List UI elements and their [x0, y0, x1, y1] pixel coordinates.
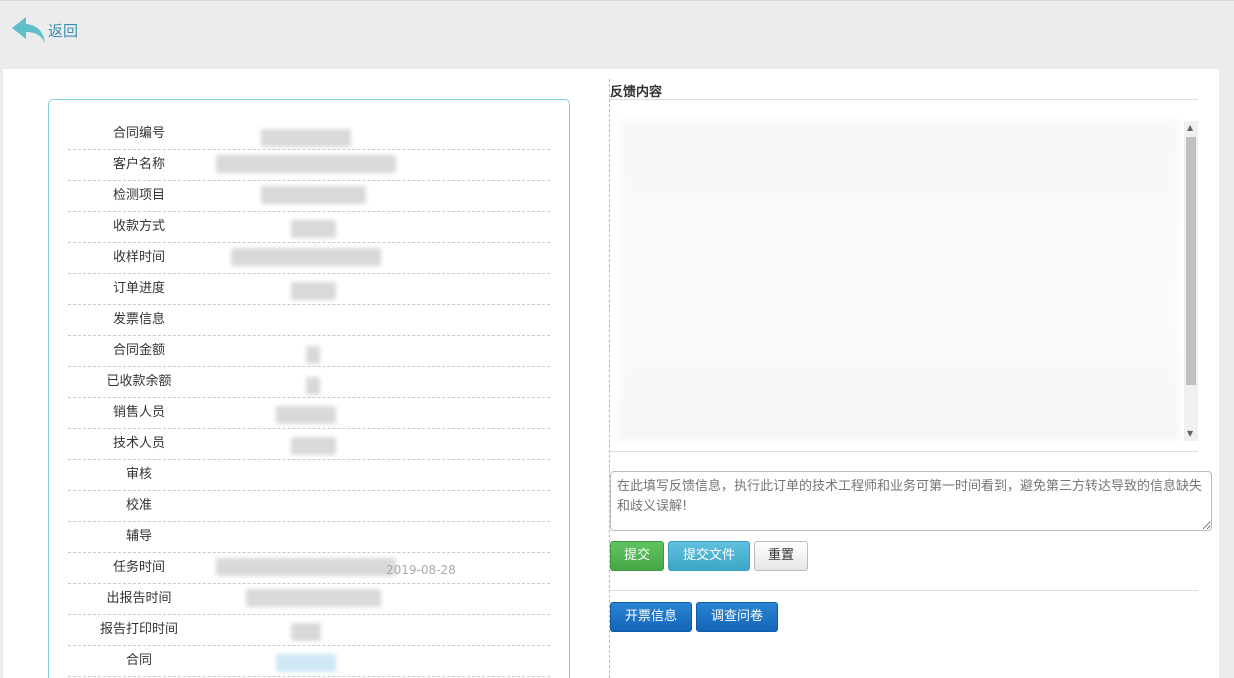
- info-row-label: 客户名称: [112, 157, 165, 172]
- info-row-value-redacted: [291, 220, 336, 238]
- info-row-label: 销售人员: [112, 405, 165, 420]
- feedback-title: 反馈内容: [610, 85, 663, 100]
- info-row: 校准: [68, 491, 550, 522]
- info-row: 发票信息: [68, 305, 550, 336]
- info-row: 辅导: [68, 522, 550, 553]
- info-row: 检测项目: [68, 181, 550, 212]
- invoice-info-button[interactable]: 开票信息: [610, 602, 692, 632]
- info-row-value-redacted: [261, 129, 351, 147]
- feedback-input[interactable]: [610, 471, 1212, 531]
- info-row-label: 报告打印时间: [99, 622, 178, 637]
- info-row-label: 收样时间: [112, 250, 165, 265]
- info-row: 合同编号: [68, 119, 550, 150]
- info-row-value-redacted: [306, 377, 320, 395]
- info-row-label: 发票信息: [112, 312, 165, 327]
- info-row: 报告打印时间: [68, 615, 550, 646]
- action-divider: [610, 590, 1198, 591]
- info-row-label: 技术人员: [112, 436, 165, 451]
- info-row: 销售人员: [68, 398, 550, 429]
- info-row: 客户名称: [68, 150, 550, 181]
- scroll-up-arrow-icon[interactable]: ▲: [1187, 123, 1193, 133]
- info-row: 订单进度: [68, 274, 550, 305]
- info-row: 收样时间: [68, 243, 550, 274]
- info-row: 收款方式: [68, 212, 550, 243]
- info-row-label: 检测项目: [112, 188, 165, 203]
- back-button[interactable]: 返回: [10, 15, 78, 45]
- info-row-label: 合同: [125, 653, 152, 668]
- info-row-value-redacted: [276, 654, 336, 672]
- info-row: 合同: [68, 646, 550, 677]
- info-row-label: 审核: [125, 467, 152, 482]
- feedback-message-list[interactable]: ▲ ▼: [615, 119, 1198, 441]
- order-info-card: 合同编号客户名称检测项目收款方式收样时间订单进度发票信息合同金额已收款余额销售人…: [48, 99, 570, 678]
- info-row-label: 合同金额: [112, 343, 165, 358]
- info-row: 已收款余额: [68, 367, 550, 398]
- info-row: 技术人员: [68, 429, 550, 460]
- info-row-value-redacted: [231, 248, 381, 266]
- info-row-label: 出报告时间: [106, 591, 172, 606]
- info-row-label: 合同编号: [112, 126, 165, 141]
- scrollbar-thumb[interactable]: [1186, 137, 1196, 385]
- info-row: 审核: [68, 460, 550, 491]
- back-arrow-icon: [12, 17, 45, 43]
- info-row-label: 订单进度: [112, 281, 165, 296]
- scroll-down-arrow-icon[interactable]: ▼: [1187, 429, 1193, 439]
- submit-file-button[interactable]: 提交文件: [668, 541, 750, 571]
- column-divider: [609, 79, 610, 678]
- info-row: 任务时间 2019-08-28: [68, 553, 550, 584]
- message-list-scrollbar[interactable]: ▲ ▼: [1184, 121, 1198, 441]
- top-bar: 返回: [0, 0, 1234, 69]
- submit-button[interactable]: 提交: [610, 541, 664, 571]
- info-row-value-redacted: [261, 186, 366, 204]
- info-row: 出报告时间: [68, 584, 550, 615]
- info-row-value-redacted: [291, 282, 336, 300]
- main-panel: 合同编号客户名称检测项目收款方式收样时间订单进度发票信息合同金额已收款余额销售人…: [3, 69, 1234, 678]
- info-row-value-fragment: 2019-08-28: [386, 563, 456, 577]
- info-row-value-redacted: [291, 437, 336, 455]
- info-row-label: 已收款余额: [106, 374, 172, 389]
- reset-button[interactable]: 重置: [754, 541, 808, 571]
- info-row-label: 校准: [125, 498, 152, 513]
- info-row-value-redacted: [216, 155, 396, 173]
- message-list-divider: [610, 451, 1198, 452]
- info-row-label: 辅导: [125, 529, 152, 544]
- info-row-value-redacted: [291, 623, 321, 641]
- info-row-label: 收款方式: [112, 219, 165, 234]
- info-row-value-redacted: [216, 558, 396, 576]
- back-label: 返回: [48, 21, 79, 40]
- survey-button[interactable]: 调查问卷: [696, 602, 778, 632]
- info-row-value-redacted: [276, 406, 336, 424]
- feedback-messages-blurred: [619, 119, 1179, 441]
- info-row-label: 任务时间: [112, 560, 165, 575]
- info-row-value-redacted: [306, 346, 320, 364]
- feedback-title-underline: [610, 99, 1198, 100]
- info-row: 合同金额: [68, 336, 550, 367]
- info-row-value-redacted: [246, 589, 381, 607]
